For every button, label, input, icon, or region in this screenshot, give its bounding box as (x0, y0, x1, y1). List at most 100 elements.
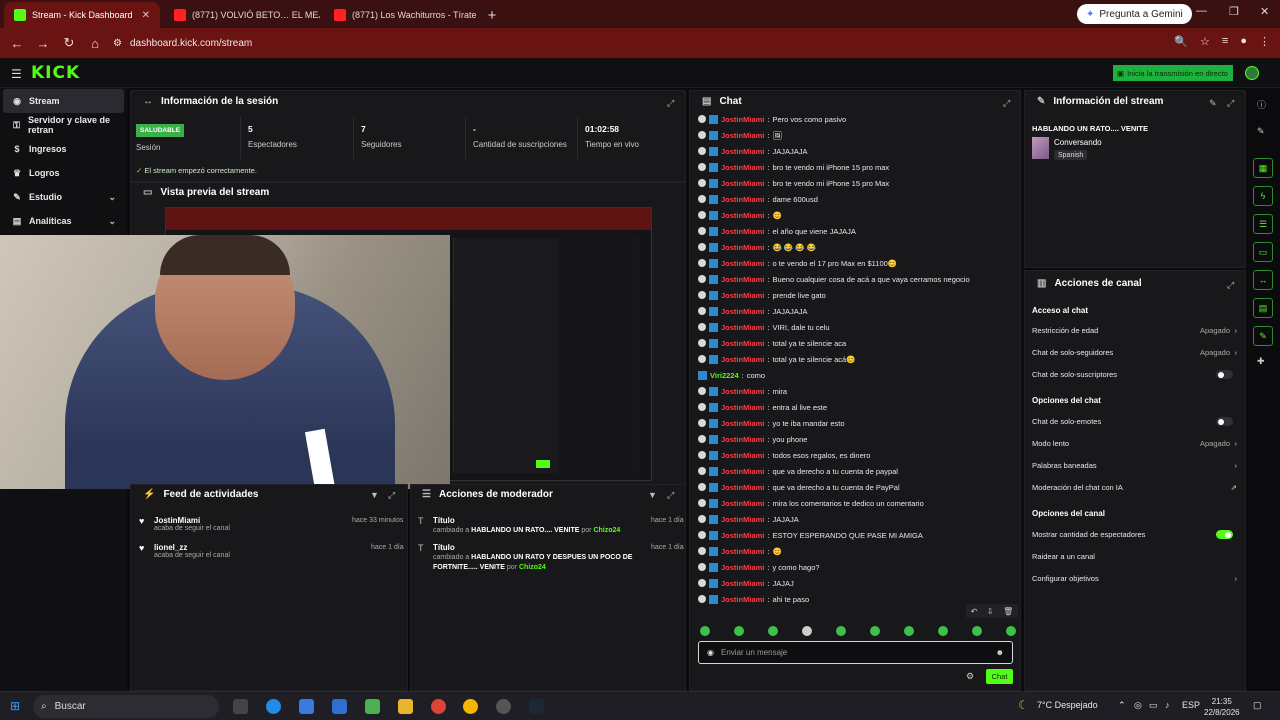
expand-icon[interactable]: ⤢ (1227, 280, 1234, 291)
emote-icon[interactable] (1006, 626, 1016, 636)
subscribers-only-toggle[interactable] (1216, 370, 1233, 379)
gemini-button[interactable]: ✦ Pregunta a Gemini (1077, 4, 1192, 24)
tab-youtube-1[interactable]: (8771) VOLVIÓ BETO… EL MEJO ✕ (164, 2, 320, 28)
chat-message[interactable]: JostinMiami: entra al live este (698, 399, 1018, 415)
quick-action-wrench-icon[interactable]: ✎ (1253, 326, 1273, 346)
chat-username[interactable]: JostinMiami (721, 211, 764, 220)
chat-send-button[interactable]: Chat (986, 669, 1013, 684)
quick-action-stats-icon[interactable]: ▦ (1253, 158, 1273, 178)
chat-message[interactable]: Viri2224: como (698, 367, 1018, 383)
chat-message[interactable]: JostinMiami: y como hago? (698, 559, 1018, 575)
emote-icon[interactable] (904, 626, 914, 636)
chat-message[interactable]: JostinMiami: bro te vendo mi iPhone 15 pr… (698, 159, 1018, 175)
puzzle-icon[interactable]: ✚ (1257, 356, 1265, 367)
chat-message[interactable]: JostinMiami: JAJAJAJA (698, 143, 1018, 159)
emoji-icon[interactable]: ☻ (996, 648, 1004, 657)
emote-icon[interactable] (700, 626, 710, 636)
chat-message[interactable]: JostinMiami: 😂 😂 😂 😂 (698, 239, 1018, 255)
chat-message[interactable]: JostinMiami: 😊 (698, 207, 1018, 223)
emote-icon[interactable] (734, 626, 744, 636)
chat-username[interactable]: JostinMiami (721, 131, 764, 140)
chat-message[interactable]: JostinMiami: 🖼 (698, 127, 1018, 143)
sidebar-item-server-key[interactable]: ⚿ Servidor y clave de retran (0, 113, 127, 137)
chat-username[interactable]: JostinMiami (721, 531, 764, 540)
hamburger-menu-icon[interactable]: ☰ (11, 67, 22, 81)
kick-logo[interactable]: KICK (31, 63, 80, 83)
chat-message[interactable]: JostinMiami: todos esos regalos, es diner… (698, 447, 1018, 463)
chat-message[interactable]: JostinMiami: mira los comentarios te dedi… (698, 495, 1018, 511)
pencil-icon[interactable]: ✎ (1257, 126, 1265, 137)
weather-text[interactable]: 7°C Despejado (1037, 700, 1098, 710)
reply-icon[interactable]: ↶ (971, 607, 978, 616)
chat-message[interactable]: JostinMiami: total ya te silencie acá😊 (698, 351, 1018, 367)
quick-action-layers-icon[interactable]: ▤ (1253, 298, 1273, 318)
minimize-icon[interactable]: — (1196, 5, 1207, 17)
chat-username[interactable]: JostinMiami (721, 195, 764, 204)
chat-username[interactable]: JostinMiami (721, 435, 764, 444)
filter-icon[interactable]: ▼ (648, 490, 657, 500)
chat-username[interactable]: JostinMiami (721, 323, 764, 332)
chat-username[interactable]: JostinMiami (721, 467, 764, 476)
chat-username[interactable]: JostinMiami (721, 579, 764, 588)
reload-icon[interactable]: ↻ (57, 35, 81, 51)
chat-message[interactable]: JostinMiami: Bueno cualquier cosa de acá … (698, 271, 1018, 287)
banned-words-row[interactable]: Palabras baneadas › (1032, 461, 1240, 470)
chat-username[interactable]: JostinMiami (721, 243, 764, 252)
pin-icon[interactable]: ⇩ (987, 607, 994, 616)
emote-icon[interactable] (802, 626, 812, 636)
minecraft-icon[interactable] (365, 699, 380, 714)
go-live-button[interactable]: ▣ Inicia la transmisión en directo (1113, 65, 1233, 81)
chat-message[interactable]: JostinMiami: JAJAJAJA (698, 303, 1018, 319)
emote-icon[interactable] (836, 626, 846, 636)
emote-icon[interactable] (938, 626, 948, 636)
edit-pencil-icon[interactable]: ✎ (1209, 98, 1217, 109)
chat-message[interactable]: JostinMiami: mira (698, 383, 1018, 399)
steam-icon[interactable] (529, 699, 544, 714)
chat-username[interactable]: JostinMiami (721, 547, 764, 556)
chat-message[interactable]: JostinMiami: 😊 (698, 543, 1018, 559)
clock[interactable]: 21:35 22/8/2026 (1204, 696, 1240, 718)
windows-start-icon[interactable]: ⊞ (10, 699, 20, 713)
info-icon[interactable]: ⓘ (1257, 98, 1266, 111)
emotes-only-toggle[interactable] (1216, 417, 1233, 426)
sidebar-item-analytics[interactable]: ▤ Analíticas ⌄ (0, 209, 127, 233)
chat-username[interactable]: JostinMiami (721, 483, 764, 492)
slow-mode-row[interactable]: Modo lento Apagado › (1032, 439, 1240, 448)
age-restriction-row[interactable]: Restricción de edad Apagado › (1032, 326, 1240, 335)
chat-message[interactable]: JostinMiami: yo te iba mandar esto (698, 415, 1018, 431)
tab-youtube-2[interactable]: (8771) Los Wachiturros - Tírate ✕ (324, 2, 480, 28)
tray-app-icon[interactable]: ◎ (1134, 700, 1142, 711)
close-tab-icon[interactable]: ✕ (142, 10, 150, 21)
back-icon[interactable]: ← (5, 36, 29, 51)
chat-username[interactable]: JostinMiami (721, 451, 764, 460)
maximize-icon[interactable]: ❐ (1229, 5, 1239, 18)
zoom-icon[interactable]: 🔍 (1174, 35, 1188, 48)
mail-icon[interactable] (332, 699, 347, 714)
chat-username[interactable]: JostinMiami (721, 227, 764, 236)
filter-icon[interactable]: ▼ (370, 490, 379, 500)
sidebar-item-studio[interactable]: ✎ Estudio ⌄ (0, 185, 127, 209)
obs-icon[interactable] (496, 699, 511, 714)
sidebar-item-income[interactable]: $ Ingresos (0, 137, 127, 161)
show-viewer-count-toggle[interactable] (1216, 530, 1233, 539)
profile-icon[interactable]: ● (1240, 35, 1247, 48)
chat-username[interactable]: JostinMiami (721, 355, 764, 364)
input-language[interactable]: ESP (1182, 700, 1200, 710)
forward-icon[interactable]: → (31, 36, 55, 51)
network-icon[interactable]: ▭ (1149, 700, 1158, 711)
emote-icon[interactable] (972, 626, 982, 636)
file-explorer-icon[interactable] (398, 699, 413, 714)
chat-username[interactable]: JostinMiami (721, 515, 764, 524)
quick-action-list-icon[interactable]: ☰ (1253, 214, 1273, 234)
chat-username[interactable]: JostinMiami (721, 403, 764, 412)
chat-username[interactable]: JostinMiami (721, 179, 764, 188)
chat-username[interactable]: Viri2224 (710, 371, 739, 380)
store-icon[interactable] (299, 699, 314, 714)
chat-username[interactable]: JostinMiami (721, 259, 764, 268)
chat-username[interactable]: JostinMiami (721, 339, 764, 348)
volume-icon[interactable]: ♪ (1165, 700, 1170, 710)
chat-message[interactable]: JostinMiami: prende live gato (698, 287, 1018, 303)
chat-message[interactable]: JostinMiami: bro te vendo mi iPhone 15 pr… (698, 175, 1018, 191)
chat-message[interactable]: JostinMiami: Pero vos como pasivo (698, 111, 1018, 127)
chat-username[interactable]: JostinMiami (721, 163, 764, 172)
